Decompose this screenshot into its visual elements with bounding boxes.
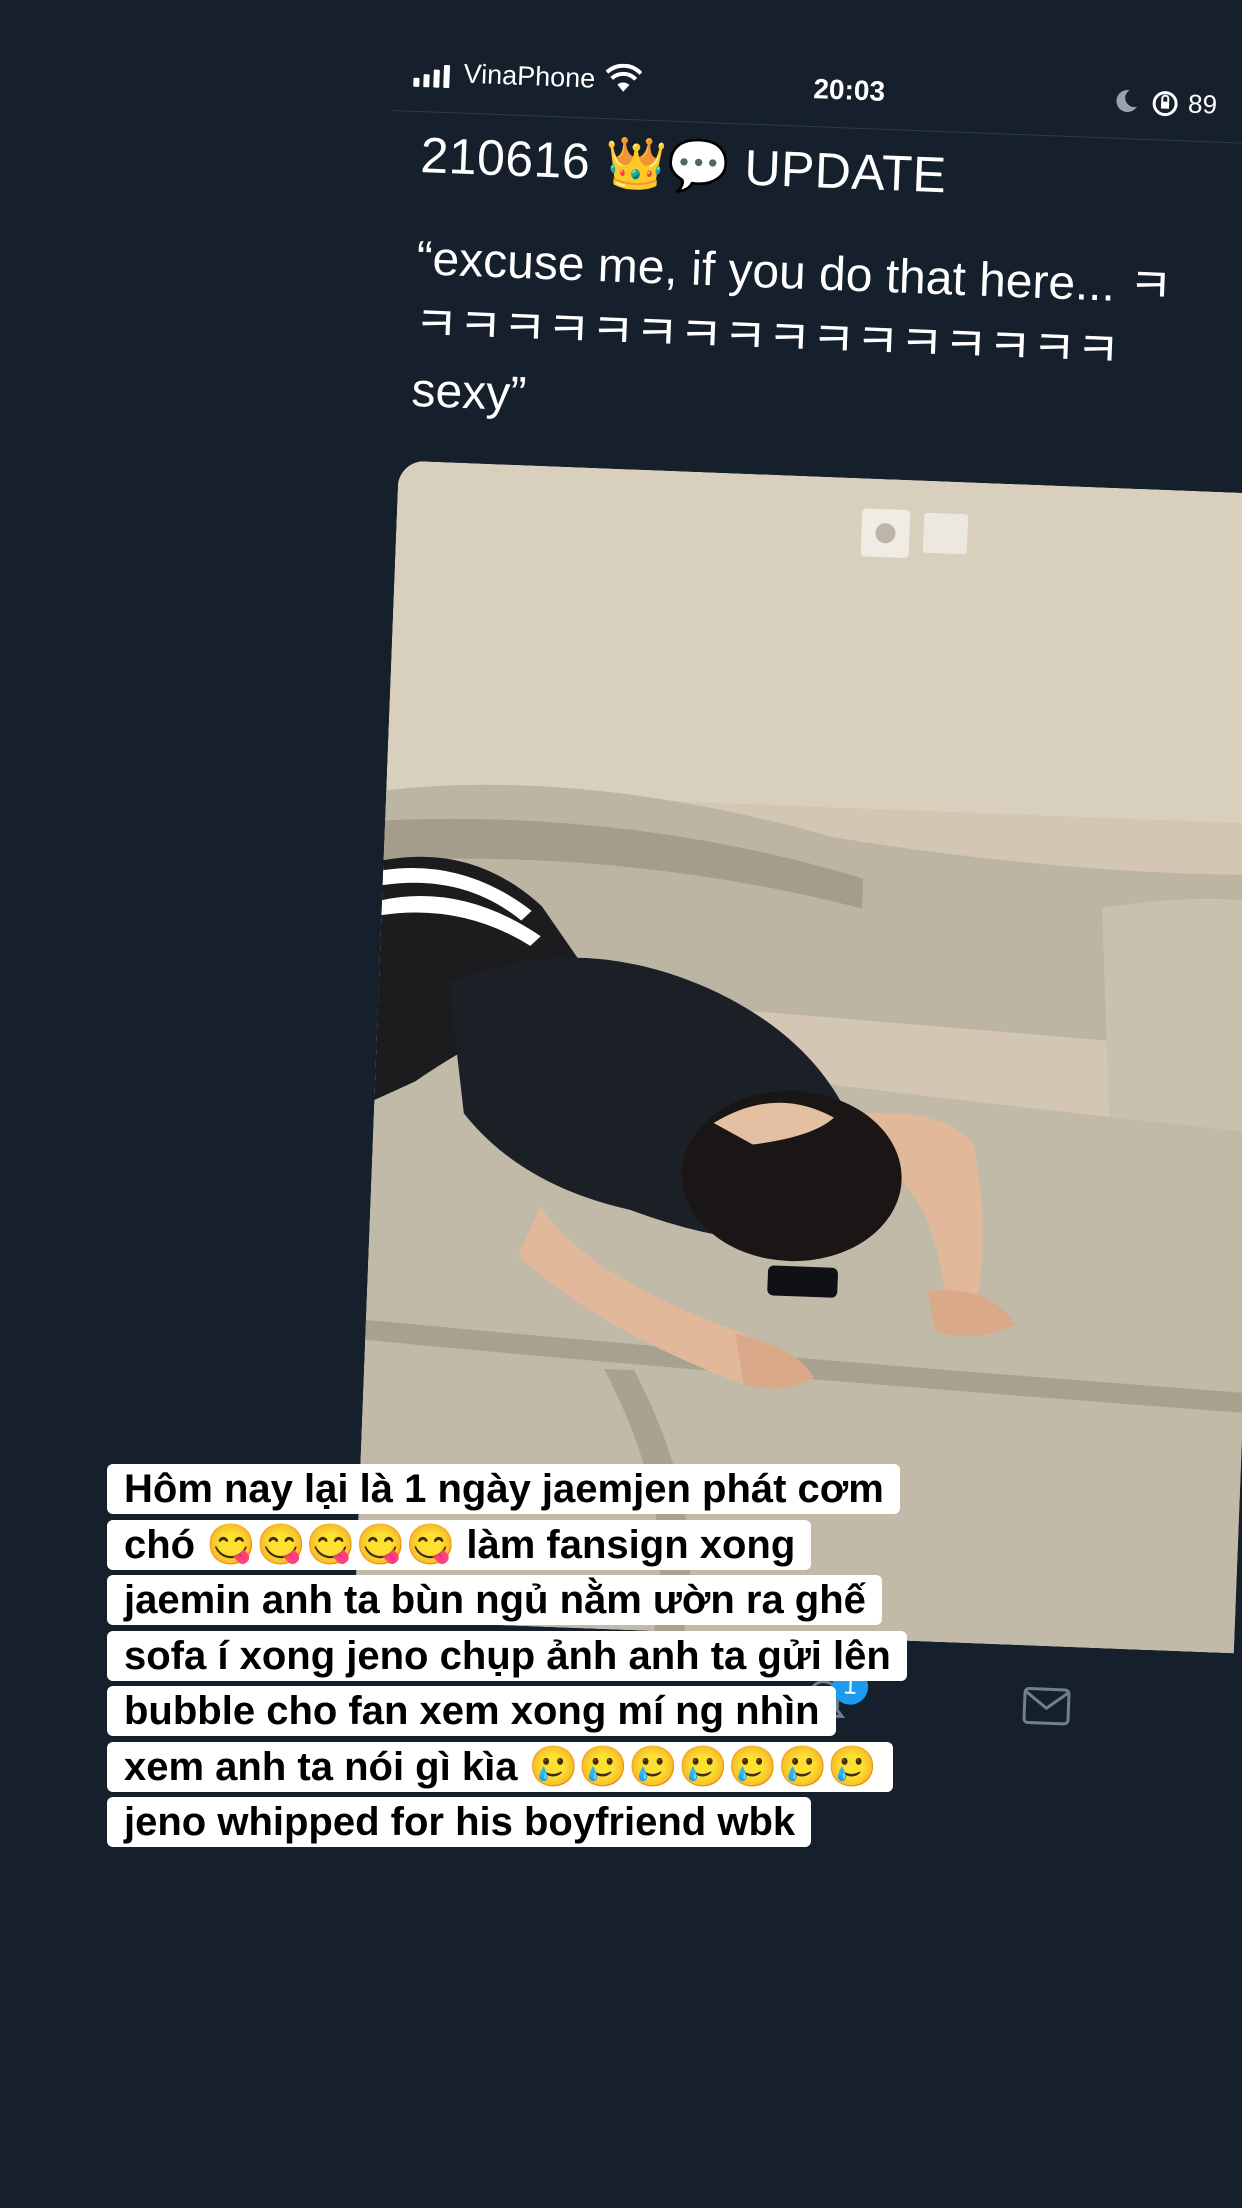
tweet-header: 210616 👑💬 UPDATE <box>419 127 948 204</box>
caption-overlay: Hôm nay lại là 1 ngày jaemjen phát cơm c… <box>107 1462 907 1851</box>
caption-text: Hôm nay lại là 1 ngày jaemjen phát cơm c… <box>107 1464 907 1847</box>
status-time: 20:03 <box>812 73 886 107</box>
wifi-icon <box>605 63 643 92</box>
tweet-screenshot: VinaPhone 20:03 89 210616 👑💬 UPDATE “exc… <box>313 40 1242 2193</box>
tweet-text: “excuse me, if you do that here... ㅋㅋㅋㅋㅋ… <box>410 232 1174 422</box>
carrier-name: VinaPhone <box>463 58 596 94</box>
moon-icon <box>1116 90 1137 112</box>
signal-icon <box>413 63 451 89</box>
battery-level: 89 <box>1187 88 1218 120</box>
rotation-lock-icon <box>1152 91 1178 117</box>
mail-icon[interactable] <box>1021 1685 1072 1727</box>
